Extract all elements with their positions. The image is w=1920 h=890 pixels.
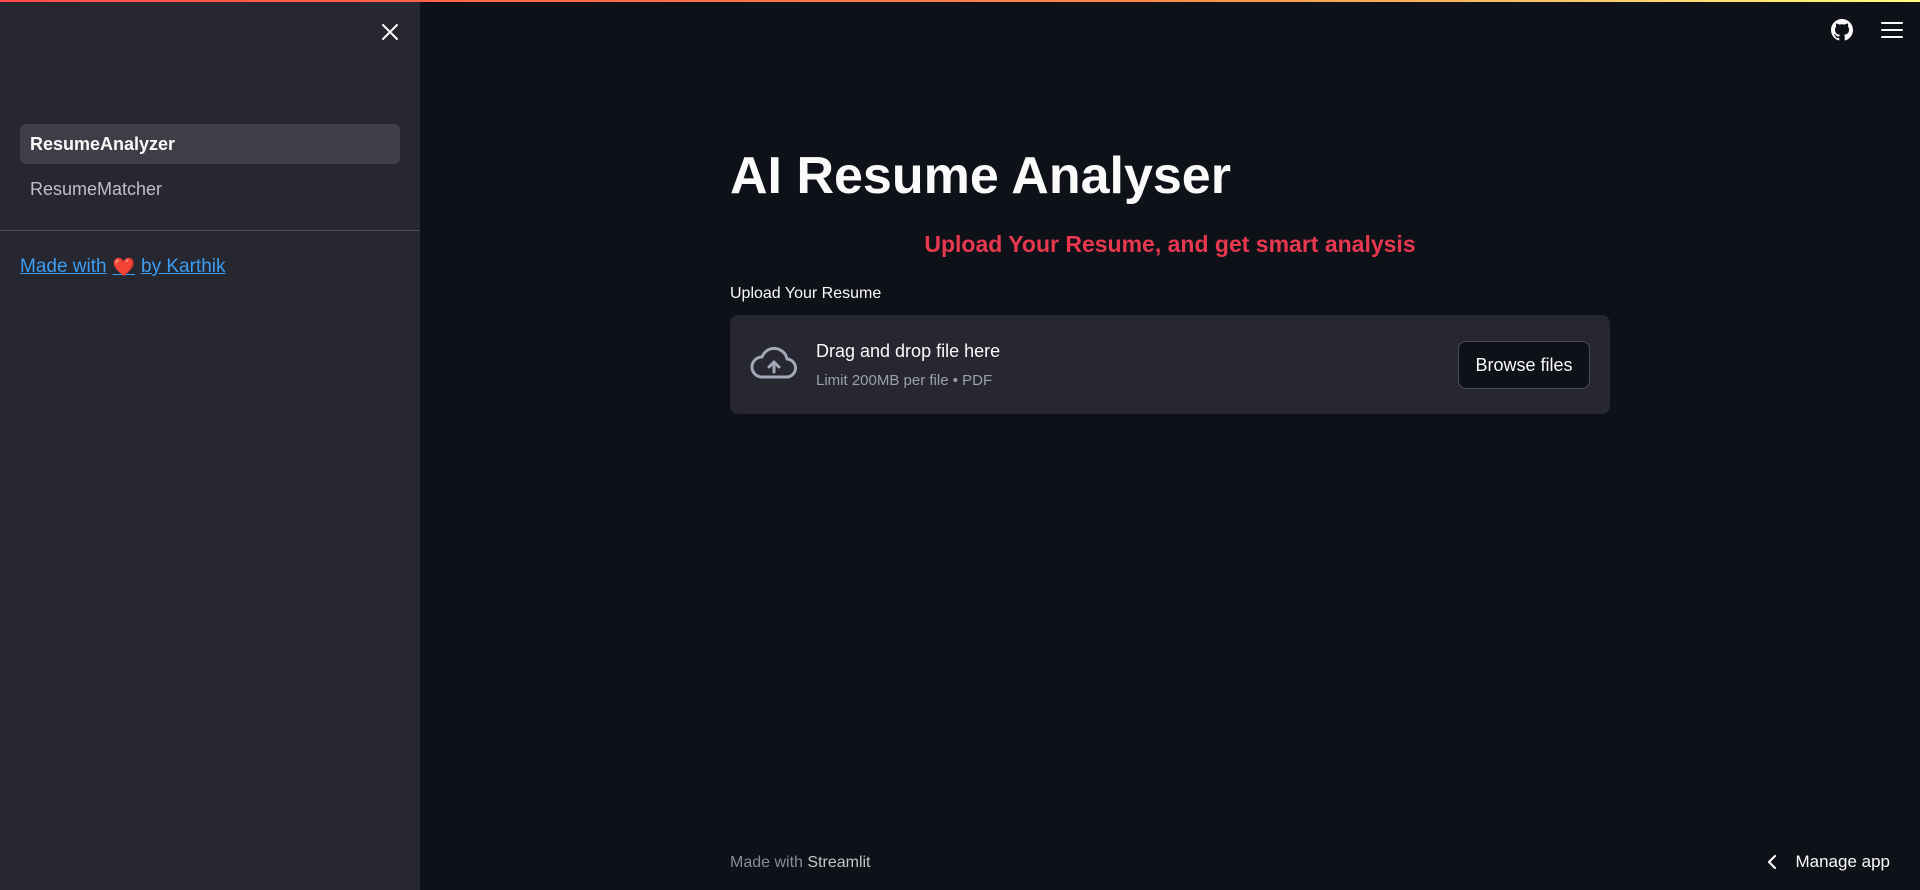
main-menu-button[interactable] bbox=[1880, 18, 1904, 42]
footer: Made with Streamlit bbox=[730, 854, 871, 872]
sidebar: ResumeAnalyzer ResumeMatcher Made with ❤… bbox=[0, 0, 420, 890]
cloud-upload-icon bbox=[750, 346, 797, 379]
hamburger-menu-icon bbox=[1881, 22, 1903, 38]
uploader-label: Upload Your Resume bbox=[730, 285, 882, 302]
dropzone-instruction: Drag and drop file here bbox=[816, 341, 1001, 361]
author-credit-link[interactable]: Made with ❤️ by Karthik bbox=[20, 256, 226, 278]
github-icon bbox=[1831, 19, 1853, 41]
credit-suffix: by Karthik bbox=[141, 256, 226, 277]
close-icon bbox=[382, 24, 398, 40]
chevron-left-icon bbox=[1768, 854, 1777, 870]
top-decoration-bar bbox=[0, 0, 1920, 2]
file-dropzone[interactable]: Drag and drop file here Limit 200MB per … bbox=[730, 315, 1610, 414]
page-subtitle: Upload Your Resume, and get smart analys… bbox=[924, 231, 1416, 257]
sidebar-item-label: ResumeAnalyzer bbox=[30, 133, 176, 154]
sidebar-item-resume-analyzer[interactable]: ResumeAnalyzer bbox=[20, 124, 400, 164]
browse-files-button[interactable]: Browse files bbox=[1458, 341, 1590, 389]
credit-prefix: Made with bbox=[20, 256, 107, 277]
manage-app-label: Manage app bbox=[1795, 852, 1890, 871]
github-button[interactable] bbox=[1830, 18, 1854, 42]
sidebar-item-resume-matcher[interactable]: ResumeMatcher bbox=[20, 169, 400, 209]
manage-app-button[interactable]: Manage app bbox=[1767, 852, 1890, 872]
footer-prefix: Made with bbox=[730, 854, 808, 871]
sidebar-item-label: ResumeMatcher bbox=[30, 178, 163, 199]
sidebar-nav: ResumeAnalyzer ResumeMatcher bbox=[20, 124, 400, 214]
dropzone-limit-hint: Limit 200MB per file • PDF bbox=[816, 372, 993, 389]
sidebar-divider bbox=[0, 230, 420, 231]
header-toolbar bbox=[1830, 18, 1904, 42]
page-title: AI Resume Analyser bbox=[730, 147, 1231, 205]
heart-icon: ❤️ bbox=[112, 256, 136, 277]
close-sidebar-button[interactable] bbox=[376, 18, 404, 46]
streamlit-link[interactable]: Streamlit bbox=[807, 854, 870, 871]
